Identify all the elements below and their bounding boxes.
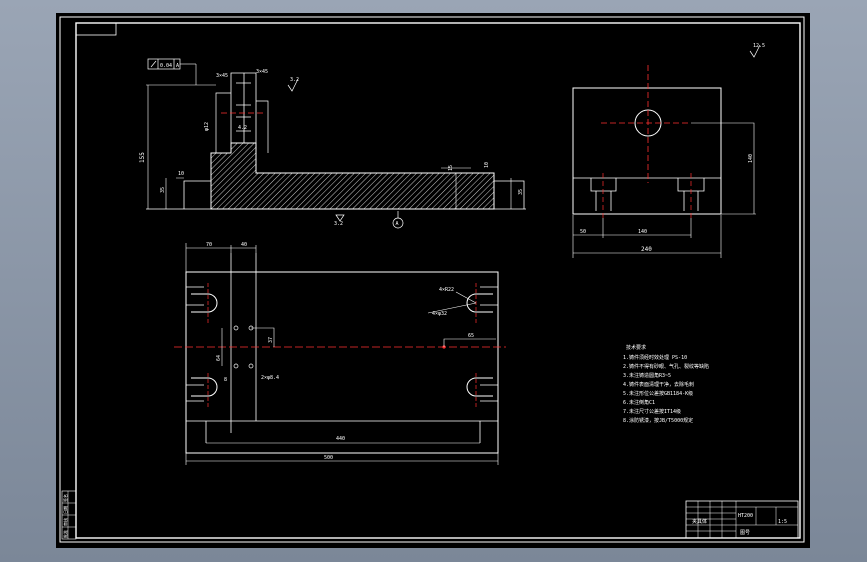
cad-drawing: 155 35 10 35 15 10 3×45 3×45 φ12 4.2 0.0… [59,16,805,543]
dim-counterbore: φ12 [204,122,210,131]
note-line-3: 3.未注铸造圆角R3~5 [623,372,671,379]
dim-slot-depth: 4.2 [238,125,247,131]
note-line-4: 4.铸件表面清理干净，去除毛刺 [623,381,694,388]
drawing-sheet: 155 35 10 35 15 10 3×45 3×45 φ12 4.2 0.0… [56,13,810,548]
u-slot-top-left [191,293,218,313]
tolerance-value: 0.04 [160,63,172,69]
tolerance-datum: A [176,63,179,69]
plan-dim-inner-width: 440 [336,436,345,442]
hole-1 [233,325,239,331]
side-dim-height: 140 [748,154,754,163]
plan-view: 70 40 440 500 64 8 37 65 2×φ8.4 4×R22 4×… [174,242,506,465]
side-dim-left: 50 [580,229,586,235]
plan-dim-small: 8 [224,377,227,383]
plan-column [186,253,498,443]
note-line-7: 7.未注尺寸公差按IT14级 [623,408,681,415]
side-foot-left [590,178,617,211]
u-slot-top-right [466,293,493,313]
plan-dim-right-offset: 65 [468,333,474,339]
u-slot-bottom-left [191,377,218,397]
front-section-body [210,142,495,210]
hole-3 [233,363,239,369]
dim-top-left: 3×45 [216,73,228,79]
strip-label-1: 签名 [62,494,68,502]
note-line-2: 2.铸件不得有砂眼、气孔、裂纹等缺陷 [623,363,709,370]
roughness-1: 3.2 [290,77,299,83]
title-part-name: 夹具体 [692,518,707,525]
strip-label-4: 批准 [62,530,68,538]
title-material: HT200 [738,513,753,519]
general-roughness: 12.5 [753,43,765,49]
plan-slot-label-2: 4×φ32 [432,311,447,317]
side-dim-center: 140 [638,229,647,235]
dim-base-height: 35 [160,187,166,193]
plan-dim-bottom [185,442,499,465]
u-slot-bottom-right [466,377,493,397]
plan-dim-slot-width: 40 [241,242,247,248]
strip-label-2: 日期 [62,506,68,514]
plan-outline [185,271,499,454]
column-block [230,72,257,144]
note-line-5: 5.未注形位公差按GB1184-K级 [623,390,693,397]
title-scale: 1:5 [778,519,787,525]
datum-label: A [396,221,399,227]
note-line-6: 6.未注倒角C1 [623,399,655,406]
note-line-8: 8.涂防锈漆，按JB/T5000规定 [623,417,693,424]
left-strip: 签名 日期 审核 批准 [61,490,77,540]
dim-right-small: 10 [484,162,490,168]
dim-right-step-height: 35 [518,189,524,195]
notes-heading: 技术要求 [626,344,646,351]
technical-notes: 技术要求 1.铸件须经时效处理 PS-10 2.铸件不得有砂眼、气孔、裂纹等缺陷… [623,344,709,424]
plan-dim-left-offset: 70 [206,242,212,248]
plan-dim-hole-offset: 37 [268,337,274,343]
front-dim-lines [146,84,216,209]
corner-box [75,22,117,36]
plan-dim-hole-spacing: 64 [216,355,222,361]
dim-right-step: 15 [448,165,454,171]
title-block: 夹具体 HT200 1:5 图号 [685,500,799,539]
roughness-2: 3.2 [334,221,343,227]
note-line-1: 1.铸件须经时效处理 PS-10 [623,354,687,361]
plan-dim-width: 500 [324,455,333,461]
strip-label-3: 审核 [62,518,68,526]
title-sheet: 图号 [740,530,750,536]
side-view: 240 50 140 140 12.5 [572,43,765,258]
dim-overall-height: 155 [139,152,146,163]
dim-left-step: 10 [178,171,184,177]
side-dim-width: 240 [641,246,652,253]
front-view: 155 35 10 35 15 10 3×45 3×45 φ12 4.2 0.0… [139,58,526,229]
outer-frame [59,16,805,543]
side-outline [572,87,722,215]
dim-top-right: 3×45 [256,69,268,75]
plan-holes-label: 2×φ8.4 [261,375,279,381]
plan-slot-label-1: 4×R22 [439,287,454,293]
hole-4 [248,363,254,369]
flatness-symbol-icon [150,60,157,68]
